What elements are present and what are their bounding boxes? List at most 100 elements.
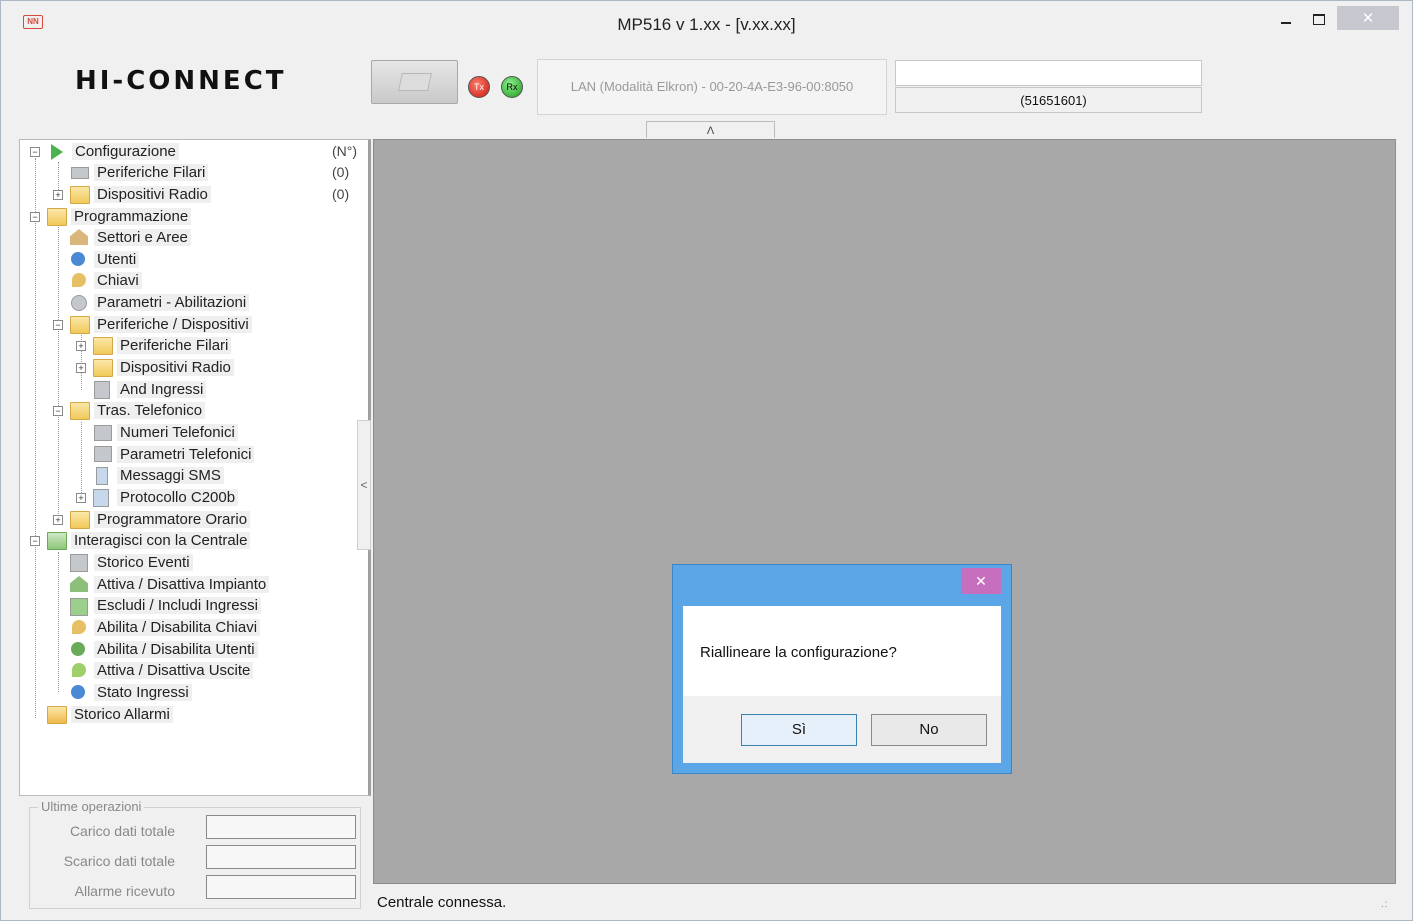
key-icon [72, 273, 86, 287]
tree-item-label: Abilita / Disabilita Chiavi [94, 619, 261, 636]
tree-item-label: Chiavi [94, 272, 142, 289]
tree-item-abilita-utenti[interactable]: Abilita / Disabilita Utenti [94, 640, 258, 660]
connect-button[interactable] [371, 60, 458, 104]
tree-item-protocollo-c200b[interactable]: Protocollo C200b [117, 488, 239, 508]
tree-item-programmazione[interactable]: Programmazione [71, 207, 192, 227]
user-icon [71, 252, 85, 266]
close-icon: ✕ [975, 573, 987, 589]
tree-item-parametri-abilitazioni[interactable]: Parametri - Abilitazioni [94, 293, 250, 313]
tree-item-settori-aree[interactable]: Settori e Aree [94, 228, 191, 248]
tree-item-programmatore-orario[interactable]: Programmatore Orario [94, 510, 251, 530]
tree-item-label: Interagisci con la Centrale [71, 532, 251, 549]
folder-icon [70, 402, 90, 420]
arm-system-icon [70, 576, 88, 592]
tree-item-messaggi-sms[interactable]: Messaggi SMS [117, 466, 224, 486]
tree-item-chiavi[interactable]: Chiavi [94, 271, 142, 291]
tree-item-numeri-telefonici[interactable]: Numeri Telefonici [117, 423, 238, 443]
tree-item-escludi-ingressi[interactable]: Escludi / Includi Ingressi [94, 596, 261, 616]
tree-item-configurazione[interactable]: Configurazione [72, 142, 179, 162]
tree-item-abilita-chiavi[interactable]: Abilita / Disabilita Chiavi [94, 618, 261, 638]
title-bar[interactable]: NN MP516 v 1.xx - [v.xx.xx] ✕ [1, 1, 1412, 41]
panel-code-value: (51651601) [1020, 93, 1087, 108]
tree-item-utenti[interactable]: Utenti [94, 250, 140, 270]
yes-button[interactable]: Sì [741, 714, 857, 746]
tree-item-label: Abilita / Disabilita Utenti [94, 641, 258, 658]
last-operations-group: Ultime operazioni Carico dati totale Sca… [19, 799, 371, 912]
dialog-message-area: Riallineare la configurazione? [683, 606, 1001, 696]
tree-item-label: Programmazione [71, 208, 192, 225]
tree-item-periferiche-filari[interactable]: Periferiche Filari [94, 163, 209, 183]
expand-toggle[interactable]: + [53, 190, 63, 200]
connection-info: LAN (Modalità Elkron) - 00-20-4A-E3-96-0… [537, 59, 887, 115]
collapse-toggle[interactable]: − [30, 212, 40, 222]
protocol-icon [93, 489, 109, 507]
info-icon [71, 685, 85, 699]
panel-code-field: (51651601) [895, 87, 1202, 113]
tree-item-tras-telefonico[interactable]: Tras. Telefonico [94, 401, 206, 421]
folder-icon [93, 359, 113, 377]
expand-toggle[interactable]: + [76, 493, 86, 503]
tree-item-label: Attiva / Disattiva Uscite [94, 662, 254, 679]
tree-item-label: Tras. Telefonico [94, 402, 206, 419]
tree-item-label: And Ingressi [117, 381, 207, 398]
tree-item-label: Numeri Telefonici [117, 424, 238, 441]
folder-icon [70, 316, 90, 334]
dialog-message: Riallineare la configurazione? [700, 644, 897, 661]
close-icon: ✕ [1361, 10, 1375, 27]
tree-item-attiva-impianto[interactable]: Attiva / Disattiva Impianto [94, 575, 270, 595]
maximize-button[interactable] [1304, 5, 1334, 33]
collapse-toggle[interactable]: − [53, 320, 63, 330]
no-button[interactable]: No [871, 714, 987, 746]
device-icon [398, 73, 432, 91]
tree-guide [35, 158, 36, 718]
bypass-inputs-icon [70, 598, 88, 616]
tree-item-periferiche-filari-sub[interactable]: Periferiche Filari [117, 336, 232, 356]
dialog-close-button[interactable]: ✕ [961, 568, 1001, 594]
tree-item-storico-eventi[interactable]: Storico Eventi [94, 553, 193, 573]
tree-count: (0) [332, 164, 350, 180]
collapse-toggle[interactable]: − [30, 536, 40, 546]
rx-led-icon: Rx [501, 76, 523, 98]
collapse-toggle[interactable]: − [30, 147, 40, 157]
panel-splitter[interactable]: < [357, 420, 371, 550]
tree-item-periferiche-dispositivi[interactable]: Periferiche / Dispositivi [94, 315, 252, 335]
op-label-scarico: Scarico dati totale [63, 853, 175, 869]
expand-toggle[interactable]: + [53, 515, 63, 525]
expand-toggle[interactable]: + [76, 363, 86, 373]
sms-icon [96, 467, 108, 485]
tree-item-label: Stato Ingressi [94, 684, 192, 701]
tree-item-label: Utenti [94, 251, 140, 268]
tree-item-label: Escludi / Includi Ingressi [94, 597, 261, 614]
folder-icon [70, 186, 90, 204]
tree-item-dispositivi-radio[interactable]: Dispositivi Radio [94, 185, 211, 205]
resize-grip-icon[interactable]: .: [1381, 899, 1389, 910]
maximize-icon [1313, 13, 1325, 25]
collapse-toggle[interactable]: − [53, 406, 63, 416]
tree-item-label: Periferiche Filari [94, 164, 209, 181]
last-operations-title: Ultime operazioni [38, 799, 145, 814]
tree-guide [58, 552, 59, 692]
tree-item-interagisci[interactable]: Interagisci con la Centrale [71, 531, 251, 551]
close-button[interactable]: ✕ [1337, 6, 1399, 30]
window-title: MP516 v 1.xx - [v.xx.xx] [617, 15, 796, 34]
tree-item-stato-ingressi[interactable]: Stato Ingressi [94, 683, 192, 703]
tree-item-parametri-telefonici[interactable]: Parametri Telefonici [117, 445, 255, 465]
tree-item-label: Configurazione [72, 143, 179, 160]
tree-item-and-ingressi[interactable]: And Ingressi [117, 380, 207, 400]
collapse-header-button[interactable]: Λ [646, 121, 775, 138]
op-label-carico: Carico dati totale [69, 823, 175, 839]
parameters-icon [71, 295, 87, 311]
tx-led-icon: Tx [468, 76, 490, 98]
confirm-dialog: ✕ Riallineare la configurazione? Sì No [672, 564, 1012, 774]
minimize-button[interactable] [1269, 5, 1303, 33]
navigation-tree[interactable]: − Configurazione (N°) Periferiche Filari… [19, 139, 371, 796]
tree-item-attiva-uscite[interactable]: Attiva / Disattiva Uscite [94, 661, 254, 681]
tree-count: (0) [332, 186, 350, 202]
outputs-icon [72, 663, 86, 677]
op-field-scarico [206, 845, 356, 869]
tree-item-storico-allarmi[interactable]: Storico Allarmi [71, 705, 173, 725]
event-log-icon [70, 554, 88, 572]
tree-item-label: Storico Eventi [94, 554, 193, 571]
tree-item-dispositivi-radio-sub[interactable]: Dispositivi Radio [117, 358, 234, 378]
expand-toggle[interactable]: + [76, 341, 86, 351]
